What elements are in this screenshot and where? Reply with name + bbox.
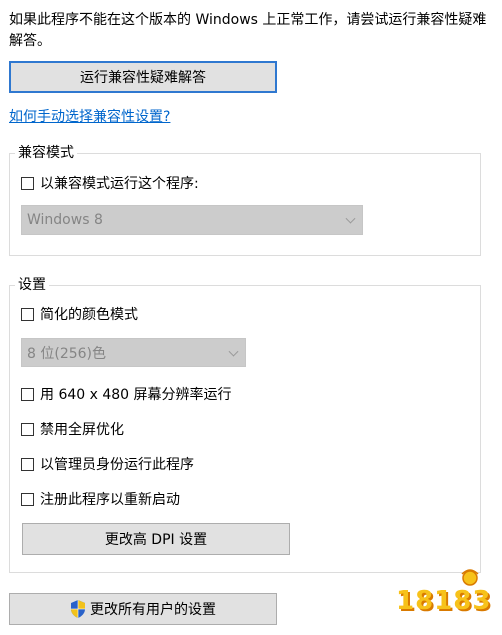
color-mode-select-value: 8 位(256)色: [27, 345, 107, 362]
change-all-users-label: 更改所有用户的设置: [90, 602, 216, 618]
register-restart-checkbox[interactable]: [21, 492, 34, 506]
disable-fullscreen-checkbox-row[interactable]: 禁用全屏优化: [21, 419, 124, 439]
register-restart-checkbox-row[interactable]: 注册此程序以重新启动: [21, 489, 180, 509]
intro-text: 如果此程序不能在这个版本的 Windows 上正常工作，请尝试运行兼容性疑难解答…: [9, 12, 487, 49]
run-troubleshooter-button[interactable]: 运行兼容性疑难解答: [9, 61, 277, 93]
os-version-select-value: Windows 8: [27, 212, 103, 228]
compat-mode-checkbox-row[interactable]: 以兼容模式运行这个程序:: [21, 173, 199, 193]
uac-shield-icon: [71, 600, 85, 618]
reduced-color-checkbox[interactable]: [21, 307, 34, 321]
compat-mode-checkbox-label: 以兼容模式运行这个程序:: [40, 176, 199, 192]
run-admin-checkbox[interactable]: [21, 457, 34, 471]
disable-fullscreen-label: 禁用全屏优化: [40, 422, 124, 438]
register-restart-label: 注册此程序以重新启动: [40, 492, 180, 508]
run-admin-checkbox-row[interactable]: 以管理员身份运行此程序: [21, 454, 194, 474]
manual-compat-settings-link[interactable]: 如何手动选择兼容性设置?: [9, 106, 170, 126]
chevron-down-icon: [228, 346, 239, 357]
run-admin-label: 以管理员身份运行此程序: [40, 457, 194, 473]
run-640-label: 用 640 x 480 屏幕分辨率运行: [40, 387, 232, 403]
os-version-select: Windows 8: [21, 205, 363, 235]
chevron-down-icon: [345, 213, 356, 224]
disable-fullscreen-checkbox[interactable]: [21, 422, 34, 436]
settings-legend: 设置: [15, 276, 49, 294]
reduced-color-checkbox-row[interactable]: 简化的颜色模式: [21, 304, 138, 324]
change-dpi-settings-button[interactable]: 更改高 DPI 设置: [22, 523, 290, 555]
compat-mode-legend: 兼容模式: [15, 144, 77, 162]
watermark-logo: 18183: [390, 568, 495, 630]
run-640-checkbox-row[interactable]: 用 640 x 480 屏幕分辨率运行: [21, 384, 232, 404]
watermark-text: 18183: [396, 586, 492, 616]
change-all-users-settings-button[interactable]: 更改所有用户的设置: [9, 593, 277, 625]
color-mode-select: 8 位(256)色: [21, 338, 246, 367]
reduced-color-label: 简化的颜色模式: [40, 307, 138, 323]
compat-mode-checkbox[interactable]: [21, 176, 34, 190]
run-640-checkbox[interactable]: [21, 387, 34, 401]
